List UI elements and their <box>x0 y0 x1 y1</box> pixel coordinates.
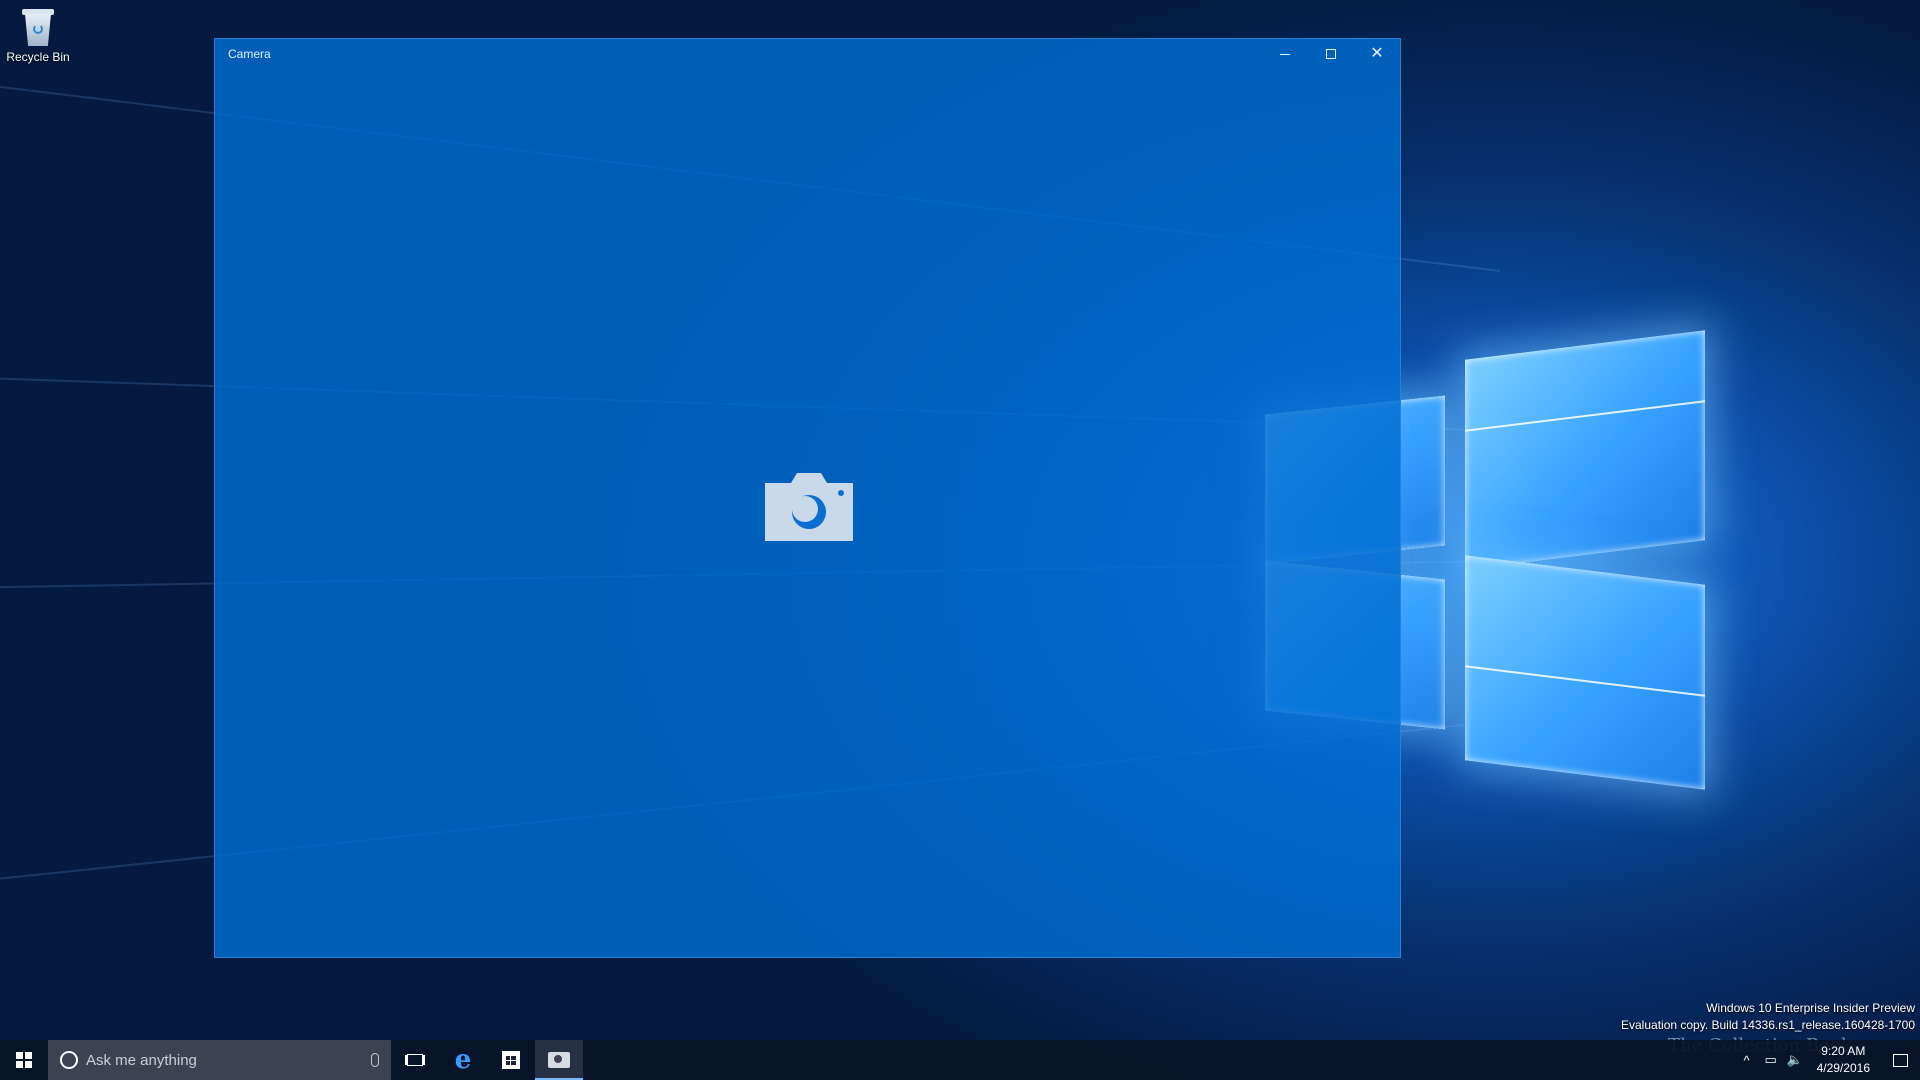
action-center-button[interactable] <box>1880 1040 1920 1080</box>
minimize-icon <box>1280 53 1290 55</box>
microphone-icon[interactable] <box>371 1053 379 1067</box>
camera-icon <box>548 1052 570 1068</box>
search-placeholder: Ask me anything <box>86 1051 197 1069</box>
system-tray: ^ ▭ 🔈 9:20 AM 4/29/2016 <box>1735 1040 1920 1080</box>
clock-time: 9:20 AM <box>1821 1044 1866 1058</box>
clock-date: 4/29/2016 <box>1816 1061 1870 1075</box>
task-view-icon <box>407 1054 423 1066</box>
close-icon: ✕ <box>1370 45 1384 62</box>
notification-icon <box>1892 1053 1908 1067</box>
maximize-icon <box>1326 49 1336 59</box>
taskbar-clock[interactable]: 9:20 AM 4/29/2016 <box>1807 1043 1880 1077</box>
edge-icon: e <box>454 1045 472 1075</box>
camera-taskbar-button[interactable] <box>535 1040 583 1080</box>
minimize-button[interactable] <box>1262 39 1308 69</box>
camera-icon <box>765 473 853 541</box>
logo-pane <box>1465 555 1705 790</box>
window-title: Camera <box>228 47 271 61</box>
watermark-build: Evaluation copy. Build 14336.rs1_release… <box>1621 1018 1915 1032</box>
watermark-edition: Windows 10 Enterprise Insider Preview <box>1706 1001 1915 1015</box>
task-view-button[interactable] <box>391 1040 439 1080</box>
volume-icon[interactable]: 🔈 <box>1783 1040 1807 1080</box>
build-watermark: Windows 10 Enterprise Insider Preview Ev… <box>1621 1000 1915 1034</box>
store-icon <box>502 1051 520 1069</box>
windows-start-icon <box>16 1052 32 1068</box>
edge-taskbar-button[interactable]: e <box>439 1040 487 1080</box>
maximize-button[interactable] <box>1308 39 1354 69</box>
show-hidden-icons-button[interactable]: ^ <box>1735 1040 1759 1080</box>
logo-pane <box>1465 330 1705 570</box>
desktop-icon-label: Recycle Bin <box>6 50 70 64</box>
cortana-search-box[interactable]: Ask me anything <box>48 1040 391 1080</box>
store-taskbar-button[interactable] <box>487 1040 535 1080</box>
window-titlebar[interactable]: Camera ✕ <box>215 39 1400 69</box>
cortana-icon <box>60 1051 78 1069</box>
chevron-up-icon: ^ <box>1743 1052 1750 1068</box>
network-icon[interactable]: ▭ <box>1759 1040 1783 1080</box>
recycle-bin-icon <box>21 6 55 46</box>
camera-window: Camera ✕ <box>214 38 1401 958</box>
start-button[interactable] <box>0 1040 48 1080</box>
desktop-icon-recycle-bin[interactable]: Recycle Bin <box>4 6 72 64</box>
close-button[interactable]: ✕ <box>1354 39 1400 69</box>
taskbar: Ask me anything e ^ ▭ 🔈 9:20 AM 4/29/201… <box>0 1040 1920 1080</box>
